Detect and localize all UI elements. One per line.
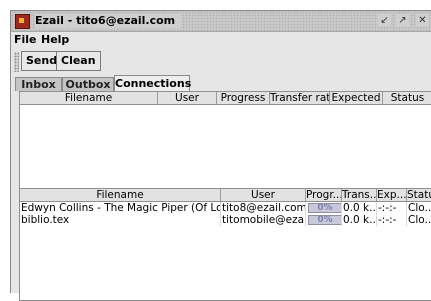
tab-connections[interactable]: Connections (114, 75, 191, 92)
app-window: Ezail - tito6@ezail.com ↙ ↗ ✕ File Help … (10, 10, 431, 301)
column-header-filename[interactable]: Filename (20, 92, 158, 104)
toolbar-grip-icon[interactable] (14, 52, 19, 72)
column-header-transfer-rate[interactable]: Transfer rate (270, 92, 330, 104)
toolbar: Send Clean (11, 49, 431, 75)
cell-expected: -:-:- (377, 214, 407, 226)
window-title: Ezail - tito6@ezail.com (35, 14, 182, 28)
cell-status: Clo... (408, 202, 431, 214)
cell-progress: 0% (306, 214, 342, 226)
minimize-icon[interactable]: ↙ (378, 14, 391, 27)
app-icon (15, 14, 30, 29)
menu-file[interactable]: File (14, 33, 37, 46)
tab-outbox[interactable]: Outbox (62, 77, 114, 91)
table-row[interactable]: Edwyn Collins - The Magic Piper (Of Love… (20, 202, 431, 214)
menu-help[interactable]: Help (41, 33, 69, 46)
column-header-transfer-rate[interactable]: Trans... (342, 189, 377, 201)
tab-strip: Inbox Outbox Connections (11, 75, 431, 92)
progress-bar: 0% (308, 203, 341, 213)
column-header-expected[interactable]: Exp... (377, 189, 407, 201)
progress-bar: 0% (308, 215, 341, 225)
column-header-user[interactable]: User (221, 189, 306, 201)
table-header: Filename User Progr... Trans... Exp... S… (20, 189, 431, 202)
cell-user: titomobile@ezail... (222, 214, 306, 226)
column-header-user[interactable]: User (158, 92, 217, 104)
cell-expected: -:-:- (377, 202, 407, 214)
title-bar[interactable]: Ezail - tito6@ezail.com ↙ ↗ ✕ (11, 11, 431, 32)
column-header-progress[interactable]: Progr... (306, 189, 342, 201)
column-header-progress[interactable]: Progress (217, 92, 270, 104)
cell-user: tito8@ezail.com (222, 202, 306, 214)
clean-button[interactable]: Clean (56, 51, 101, 71)
tab-inbox[interactable]: Inbox (15, 77, 62, 91)
menu-bar: File Help (11, 32, 431, 48)
cell-filename: biblio.tex (20, 214, 221, 226)
cell-transfer-rate: 0.0 k... (343, 202, 377, 214)
close-icon[interactable]: ✕ (416, 14, 429, 27)
cell-filename: Edwyn Collins - The Magic Piper (Of Love… (20, 202, 221, 214)
cell-transfer-rate: 0.0 k... (343, 214, 377, 226)
table-header: Filename User Progress Transfer rate Exp… (20, 92, 431, 105)
column-header-status[interactable]: Status (383, 92, 431, 104)
cell-progress: 0% (306, 202, 342, 214)
cell-status: Clo... (408, 214, 431, 226)
table-row[interactable]: biblio.tex titomobile@ezail... 0% 0.0 k.… (20, 214, 431, 226)
transfers-table: Filename User Progr... Trans... Exp... S… (19, 188, 431, 301)
column-header-expected[interactable]: Expected (330, 92, 383, 104)
connections-table: Filename User Progress Transfer rate Exp… (19, 91, 431, 195)
column-header-filename[interactable]: Filename (20, 189, 221, 201)
maximize-icon[interactable]: ↗ (396, 14, 409, 27)
column-header-status[interactable]: Status (407, 189, 431, 201)
